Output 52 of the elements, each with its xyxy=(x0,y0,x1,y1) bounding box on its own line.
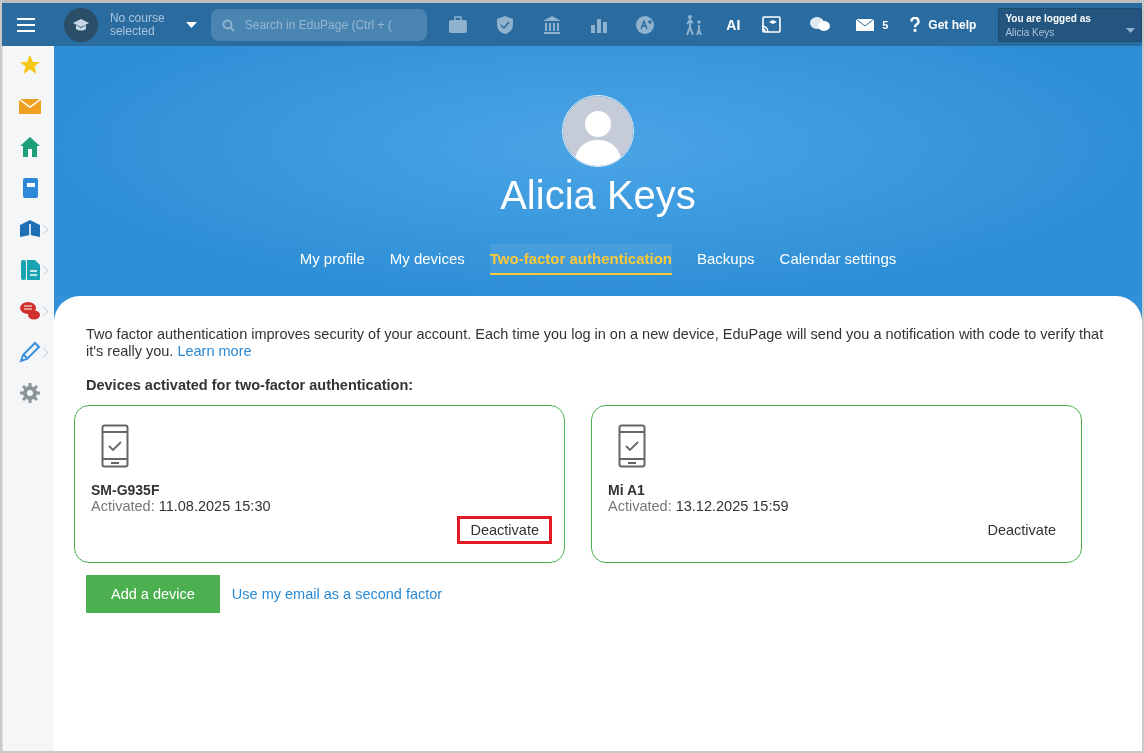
activation-date: 13.12.2025 15:59 xyxy=(675,498,789,514)
bank-icon[interactable] xyxy=(541,14,562,35)
deactivate-button[interactable]: Deactivate xyxy=(974,516,1069,544)
menu-icon[interactable] xyxy=(16,16,36,33)
activated-label: Activated: xyxy=(608,498,672,514)
phone-check-icon xyxy=(618,424,646,468)
profile-tab[interactable]: My profile xyxy=(299,244,365,275)
home-icon[interactable] xyxy=(19,136,41,158)
search-field[interactable]: Search in EduPage (Ctrl + ( xyxy=(210,8,427,41)
intro-text: Two factor authentication improves security of your account. Each time you log in on a new device, EduPage will send you a notification with code to verify that it's really you. Learn more xyxy=(86,326,1105,360)
devices-heading: Devices activated for two-factor authentication: xyxy=(86,377,415,393)
device-name: SM-G935F xyxy=(91,482,161,498)
star-icon[interactable] xyxy=(19,54,41,76)
cast-icon[interactable] xyxy=(761,15,782,34)
bar-chart-icon[interactable] xyxy=(589,16,608,33)
email-second-factor-link[interactable]: Use my email as a second factor xyxy=(231,586,443,602)
graduation-cap-icon[interactable] xyxy=(64,7,98,42)
course-selector[interactable]: No course selected xyxy=(109,11,172,38)
activated-label: Activated: xyxy=(91,498,155,514)
pencil-icon[interactable] xyxy=(19,341,41,363)
chevron-icon xyxy=(43,224,48,234)
profile-tab[interactable]: Backups xyxy=(697,244,755,275)
chat-bubbles-icon[interactable] xyxy=(809,15,832,34)
shield-icon[interactable] xyxy=(495,14,514,35)
grade-icon[interactable] xyxy=(635,14,656,35)
deactivate-button[interactable]: Deactivate xyxy=(457,516,552,544)
briefcase-icon[interactable] xyxy=(447,15,468,34)
envelope-icon xyxy=(856,18,875,31)
messages-button[interactable]: 5 xyxy=(856,18,889,31)
ai-button[interactable]: AI xyxy=(726,16,741,33)
avatar-icon xyxy=(562,95,634,167)
caret-icon xyxy=(1126,27,1135,33)
chevron-icon xyxy=(43,306,48,316)
book-icon[interactable] xyxy=(19,218,41,240)
profile-tab[interactable]: Calendar settings xyxy=(779,244,897,275)
help-button[interactable]: Get help xyxy=(910,17,977,32)
profile-tab[interactable]: My devices xyxy=(389,244,465,275)
phone-check-icon xyxy=(101,424,129,468)
chat-icon[interactable] xyxy=(19,300,41,322)
chevron-icon xyxy=(43,347,48,357)
settings-icon[interactable] xyxy=(19,382,41,404)
help-icon xyxy=(910,17,921,32)
profile-name: Alicia Keys xyxy=(500,173,696,218)
chevron-icon xyxy=(43,265,48,275)
account-selector[interactable]: You are logged as Alicia Keys xyxy=(998,7,1142,42)
message-count: 5 xyxy=(882,18,889,31)
add-device-button[interactable]: Add a device xyxy=(86,575,220,613)
learn-more-link[interactable]: Learn more xyxy=(177,343,252,359)
caret-icon[interactable] xyxy=(185,21,197,28)
device-name: Mi A1 xyxy=(608,482,646,498)
document-icon[interactable] xyxy=(19,259,41,281)
activation-date: 11.08.2025 15:30 xyxy=(158,498,271,514)
